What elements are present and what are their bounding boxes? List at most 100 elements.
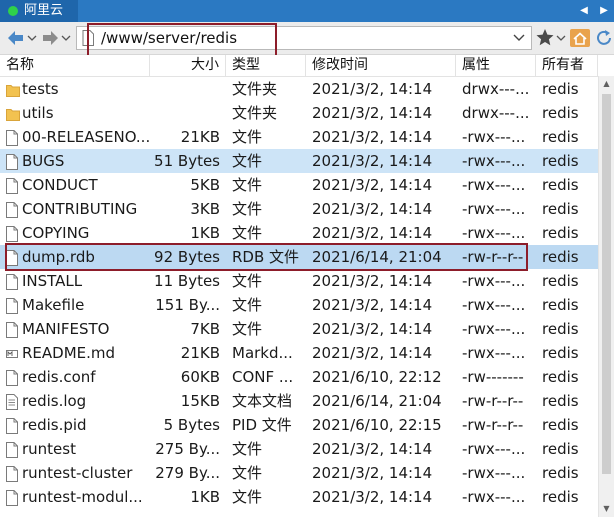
file-attributes: -rwx---... [462,224,526,242]
file-size: 151 By... [155,296,220,314]
file-icon [6,441,18,458]
file-type: CONF ... [232,368,294,386]
file-owner: redis [542,488,579,506]
file-type: 文件 [232,440,263,458]
file-row[interactable]: dump.rdb 92 Bytes RDB 文件 2021/6/14, 21:04 -r… [0,245,614,269]
tab-aliyun[interactable]: 阿里云 [0,0,78,22]
file-modified: 2021/3/2, 14:14 [312,152,433,170]
file-size: 92 Bytes [154,248,220,266]
tab-bar: 阿里云 ◀ ▶ [0,0,614,22]
file-size: 279 By... [155,464,220,482]
file-name: CONTRIBUTING [22,200,138,218]
file-type: 文件 [232,488,263,506]
file-type: 文件 [232,224,263,242]
file-modified: 2021/3/2, 14:14 [312,344,433,362]
chevron-down-icon [27,35,37,41]
file-size: 1KB [190,488,220,506]
scroll-down-icon[interactable]: ▼ [599,501,614,517]
file-name-cell: redis.log [0,389,150,413]
file-row[interactable]: redis.pid 5 Bytes PID 文件 2021/6/10, 22:15 -r… [0,413,614,437]
file-row[interactable]: redis.conf 60KB CONF ... 2021/6/10, 22:12 -r… [0,365,614,389]
file-owner: redis [542,128,579,146]
file-attributes: -rwx---... [462,128,526,146]
home-button[interactable] [568,26,592,50]
file-name-cell: dump.rdb [0,245,150,269]
scrollbar-thumb[interactable] [602,94,611,474]
file-attributes: -rw-r--r-- [462,392,524,410]
file-size: 5KB [190,176,220,194]
back-button[interactable] [4,26,28,50]
file-row[interactable]: CONTRIBUTING 3KB 文件 2021/3/2, 14:14 -rwx---.… [0,197,614,221]
file-size: 275 By... [155,440,220,458]
file-icon [6,177,18,194]
file-icon [6,153,18,170]
file-owner: redis [542,272,579,290]
file-modified: 2021/3/2, 14:14 [312,80,433,98]
file-owner: redis [542,440,579,458]
file-size [150,101,226,125]
tab-scroll-right-icon[interactable]: ▶ [596,3,612,19]
chevron-down-icon[interactable] [513,33,525,43]
file-type: RDB 文件 [232,248,300,266]
address-bar[interactable] [76,26,532,50]
file-attributes: -rwx---... [462,272,526,290]
home-icon [570,29,590,47]
file-name: CONDUCT [22,176,98,194]
file-attributes: -rw-r--r-- [462,248,524,266]
file-row[interactable]: README.md 21KB Markd... 2021/3/2, 14:14 -rwx… [0,341,614,365]
file-name: redis.conf [22,368,96,386]
refresh-icon [597,30,611,45]
file-row[interactable]: 00-RELEASENO... 21KB 文件 2021/3/2, 14:14 -rwx… [0,125,614,149]
file-row[interactable]: runtest 275 By... 文件 2021/3/2, 14:14 -rwx---… [0,437,614,461]
file-row[interactable]: runtest-cluster 279 By... 文件 2021/3/2, 14:1… [0,461,614,485]
column-header-type[interactable]: 类型 [226,55,306,76]
file-row[interactable]: utils 文件夹 2021/3/2, 14:14 drwx---... redis [0,101,614,125]
vertical-scrollbar[interactable]: ▲ ▼ [598,76,614,517]
file-icon [6,465,18,482]
column-header-modified[interactable]: 修改时间 [306,55,456,76]
file-row[interactable]: CONDUCT 5KB 文件 2021/3/2, 14:14 -rwx---... red… [0,173,614,197]
column-header-name[interactable]: 名称 [0,55,150,76]
column-header-attributes[interactable]: 属性 [456,55,536,76]
file-attributes: -rwx---... [462,296,526,314]
file-icon [6,201,18,218]
tab-scroll-left-icon[interactable]: ◀ [576,3,592,19]
file-name-cell: INSTALL [0,269,150,293]
file-row[interactable]: tests 文件夹 2021/3/2, 14:14 drwx---... redis [0,77,614,101]
file-icon [6,297,18,314]
file-modified: 2021/3/2, 14:14 [312,272,433,290]
file-row[interactable]: INSTALL 11 Bytes 文件 2021/3/2, 14:14 -rwx---.… [0,269,614,293]
column-header-size[interactable]: 大小 [150,55,226,76]
file-owner: redis [542,320,579,338]
file-row[interactable]: Makefile 151 By... 文件 2021/3/2, 14:14 -rwx--… [0,293,614,317]
file-row[interactable]: runtest-modul... 1KB 文件 2021/3/2, 14:14 -rwx… [0,485,614,509]
file-row[interactable]: redis.log 15KB 文本文档 2021/6/14, 21:04 -rw-r--… [0,389,614,413]
file-attributes: drwx---... [462,80,530,98]
file-name: COPYING [22,224,90,242]
refresh-button[interactable] [594,26,614,50]
file-modified: 2021/3/2, 14:14 [312,296,433,314]
file-attributes: -rwx---... [462,152,526,170]
forward-button[interactable] [38,26,62,50]
file-row[interactable]: MANIFESTO 7KB 文件 2021/3/2, 14:14 -rwx---... r… [0,317,614,341]
file-name: README.md [22,344,116,362]
file-type: 文件 [232,128,263,146]
forward-dropdown-button[interactable] [60,26,72,50]
file-name-cell: utils [0,101,150,125]
file-type: 文件 [232,200,263,218]
scroll-up-icon[interactable]: ▲ [599,76,614,92]
file-size: 15KB [180,392,220,410]
file-name: INSTALL [22,272,83,290]
file-row[interactable]: COPYING 1KB 文件 2021/3/2, 14:14 -rwx---... red… [0,221,614,245]
file-name: runtest-modul... [22,488,143,506]
address-input[interactable] [101,28,501,48]
bookmark-dropdown-button[interactable] [555,26,567,50]
file-name-cell: MANIFESTO [0,317,150,341]
file-row[interactable]: BUGS 51 Bytes 文件 2021/3/2, 14:14 -rwx---... r… [0,149,614,173]
column-header-owner[interactable]: 所有者 [536,55,598,76]
file-size: 60KB [180,368,220,386]
file-name: redis.log [22,392,87,410]
file-name-cell: runtest [0,437,150,461]
file-attributes: -rwx---... [462,488,526,506]
file-name-cell: runtest-modul... [0,485,150,509]
